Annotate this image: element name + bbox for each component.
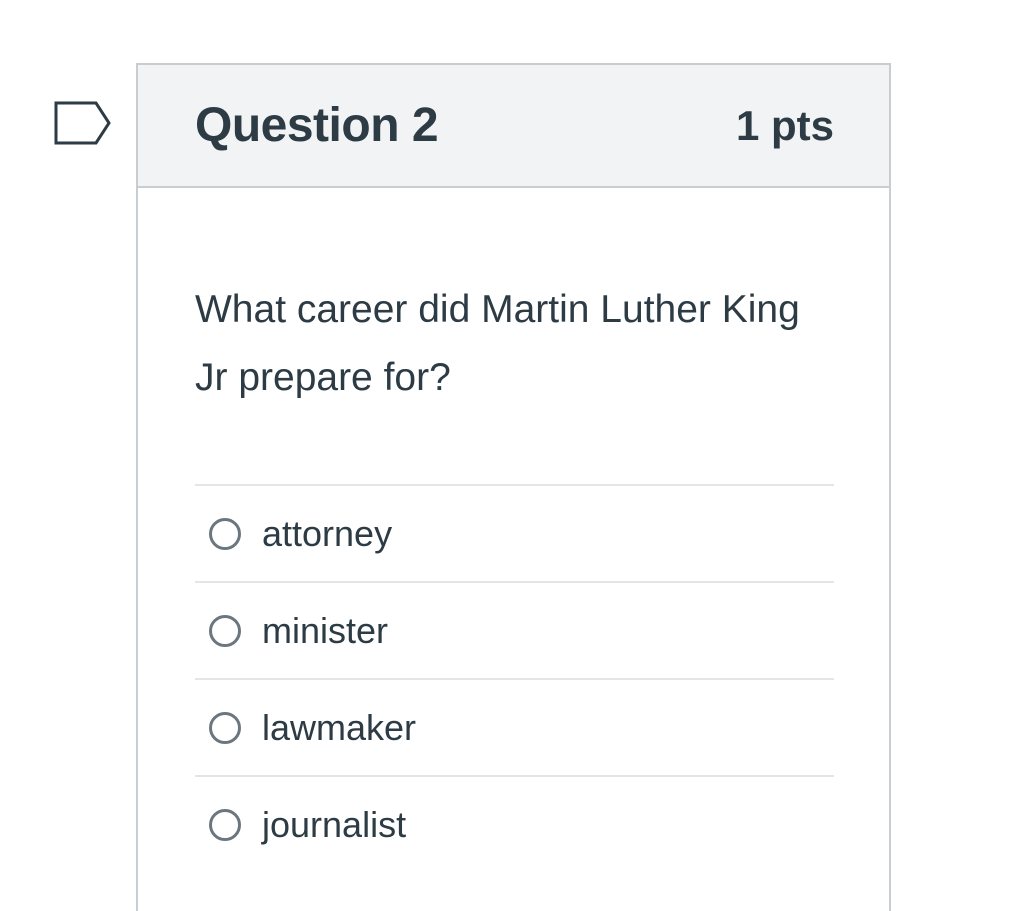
question-header: Question 2 1 pts	[138, 65, 889, 188]
question-title: Question 2	[195, 99, 439, 152]
answer-option[interactable]: attorney	[195, 486, 834, 583]
question-card: Question 2 1 pts What career did Martin …	[136, 63, 891, 911]
radio-button[interactable]	[209, 711, 241, 744]
answer-option[interactable]: journalist	[195, 777, 834, 872]
answer-label: lawmaker	[262, 706, 417, 748]
flag-question-icon[interactable]	[54, 100, 112, 146]
answer-option[interactable]: lawmaker	[195, 680, 834, 777]
question-points: 1 pts	[735, 101, 834, 149]
question-text: What career did Martin Luther King Jr pr…	[195, 288, 800, 399]
answer-list: attorney minister lawmaker journalist	[195, 484, 834, 872]
quiz-page: Question 2 1 pts What career did Martin …	[0, 0, 1030, 911]
radio-button[interactable]	[209, 614, 241, 647]
answer-label: journalist	[262, 803, 407, 845]
radio-button[interactable]	[209, 808, 241, 841]
question-body: What career did Martin Luther King Jr pr…	[138, 188, 889, 872]
radio-button[interactable]	[209, 517, 241, 550]
answer-label: attorney	[262, 512, 393, 554]
answer-option[interactable]: minister	[195, 583, 834, 680]
answer-label: minister	[262, 609, 389, 651]
